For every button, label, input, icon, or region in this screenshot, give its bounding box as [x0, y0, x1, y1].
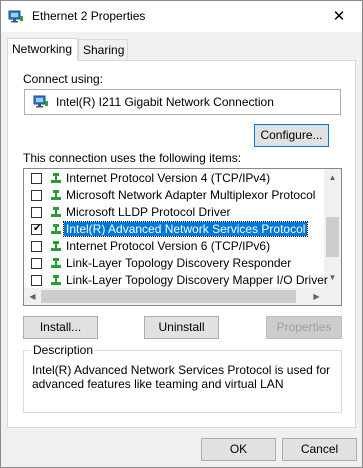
- item-label: Microsoft LLDP Protocol Driver: [66, 205, 231, 219]
- list-item[interactable]: ✔ Intel(R) Advanced Network Services Prot…: [24, 221, 325, 238]
- scroll-up-icon[interactable]: ▲: [324, 173, 341, 182]
- network-protocol-icon: [51, 224, 61, 234]
- list-item[interactable]: Microsoft LLDP Protocol Driver: [24, 204, 325, 221]
- configure-label: Configure...: [260, 128, 323, 142]
- uninstall-button[interactable]: Uninstall: [144, 316, 219, 339]
- item-label: Internet Protocol Version 4 (TCP/IPv4): [66, 171, 271, 185]
- properties-button[interactable]: Properties: [266, 316, 342, 339]
- window-title: Ethernet 2 Properties: [32, 9, 146, 23]
- network-adapter-icon: [33, 95, 48, 108]
- item-label: Internet Protocol Version 6 (TCP/IPv6): [66, 239, 271, 253]
- tab-sharing[interactable]: Sharing: [78, 39, 128, 60]
- cancel-label: Cancel: [300, 442, 339, 456]
- tab-label: Networking: [12, 42, 73, 56]
- network-protocol-icon: [51, 207, 61, 217]
- list-item[interactable]: Link-Layer Topology Discovery Responder: [24, 255, 325, 272]
- install-label: Install...: [39, 320, 82, 334]
- checkmark-icon: ✔: [33, 223, 42, 234]
- configure-button[interactable]: Configure...: [254, 124, 329, 147]
- horizontal-scroll-thumb[interactable]: [41, 290, 296, 303]
- items-label: This connection uses the following items…: [23, 151, 242, 165]
- scroll-right-icon[interactable]: ▶: [308, 292, 325, 301]
- item-checkbox[interactable]: [31, 258, 42, 269]
- item-label: Microsoft Network Adapter Multiplexor Pr…: [66, 188, 316, 202]
- description-text: Intel(R) Advanced Network Services Proto…: [32, 363, 331, 391]
- uninstall-label: Uninstall: [158, 320, 205, 334]
- vertical-scrollbar[interactable]: ▲ ▼: [324, 169, 341, 288]
- vertical-scroll-thumb[interactable]: [326, 217, 339, 257]
- properties-label: Properties: [276, 320, 332, 334]
- item-label: Link-Layer Topology Discovery Mapper I/O…: [66, 273, 328, 287]
- item-checkbox[interactable]: [31, 207, 42, 218]
- tab-label: Sharing: [83, 43, 125, 57]
- network-protocol-icon: [51, 275, 61, 285]
- tab-networking[interactable]: Networking: [7, 38, 78, 61]
- install-button[interactable]: Install...: [23, 316, 98, 339]
- ok-button[interactable]: OK: [201, 438, 276, 461]
- network-protocol-icon: [51, 190, 61, 200]
- item-checkbox[interactable]: [31, 275, 42, 286]
- item-checkbox[interactable]: [31, 241, 42, 252]
- title-bar[interactable]: Ethernet 2 Properties ✕: [1, 1, 362, 32]
- scrollbar-corner: [324, 288, 341, 305]
- list-item[interactable]: Internet Protocol Version 4 (TCP/IPv4): [24, 170, 325, 187]
- close-button[interactable]: ✕: [316, 1, 362, 32]
- item-label: Link-Layer Topology Discovery Responder: [66, 256, 292, 270]
- list-item[interactable]: Internet Protocol Version 6 (TCP/IPv6): [24, 238, 325, 255]
- items-list[interactable]: ▲ ▼ ◀ ▶ Internet Protocol Version 4 (TCP…: [23, 168, 342, 306]
- network-adapter-icon: [8, 10, 23, 23]
- network-protocol-icon: [51, 258, 61, 268]
- scroll-left-icon[interactable]: ◀: [24, 292, 41, 301]
- horizontal-scrollbar[interactable]: ◀ ▶: [24, 288, 325, 305]
- item-checkbox[interactable]: [31, 173, 42, 184]
- description-title: Description: [31, 343, 96, 357]
- item-checkbox[interactable]: [31, 190, 42, 201]
- connect-using-label: Connect using:: [23, 72, 104, 86]
- item-checkbox[interactable]: ✔: [31, 223, 42, 235]
- network-protocol-icon: [51, 241, 61, 251]
- list-item[interactable]: Link-Layer Topology Discovery Mapper I/O…: [24, 272, 328, 289]
- item-label: Intel(R) Advanced Network Services Proto…: [62, 221, 309, 237]
- adapter-field: Intel(R) I211 Gigabit Network Connection: [24, 89, 341, 115]
- ok-label: OK: [229, 442, 248, 456]
- cancel-button[interactable]: Cancel: [282, 438, 357, 461]
- network-protocol-icon: [51, 173, 61, 183]
- adapter-name: Intel(R) I211 Gigabit Network Connection: [56, 95, 274, 109]
- properties-dialog: Ethernet 2 Properties ✕ Networking Shari…: [0, 0, 363, 468]
- list-item[interactable]: Microsoft Network Adapter Multiplexor Pr…: [24, 187, 325, 204]
